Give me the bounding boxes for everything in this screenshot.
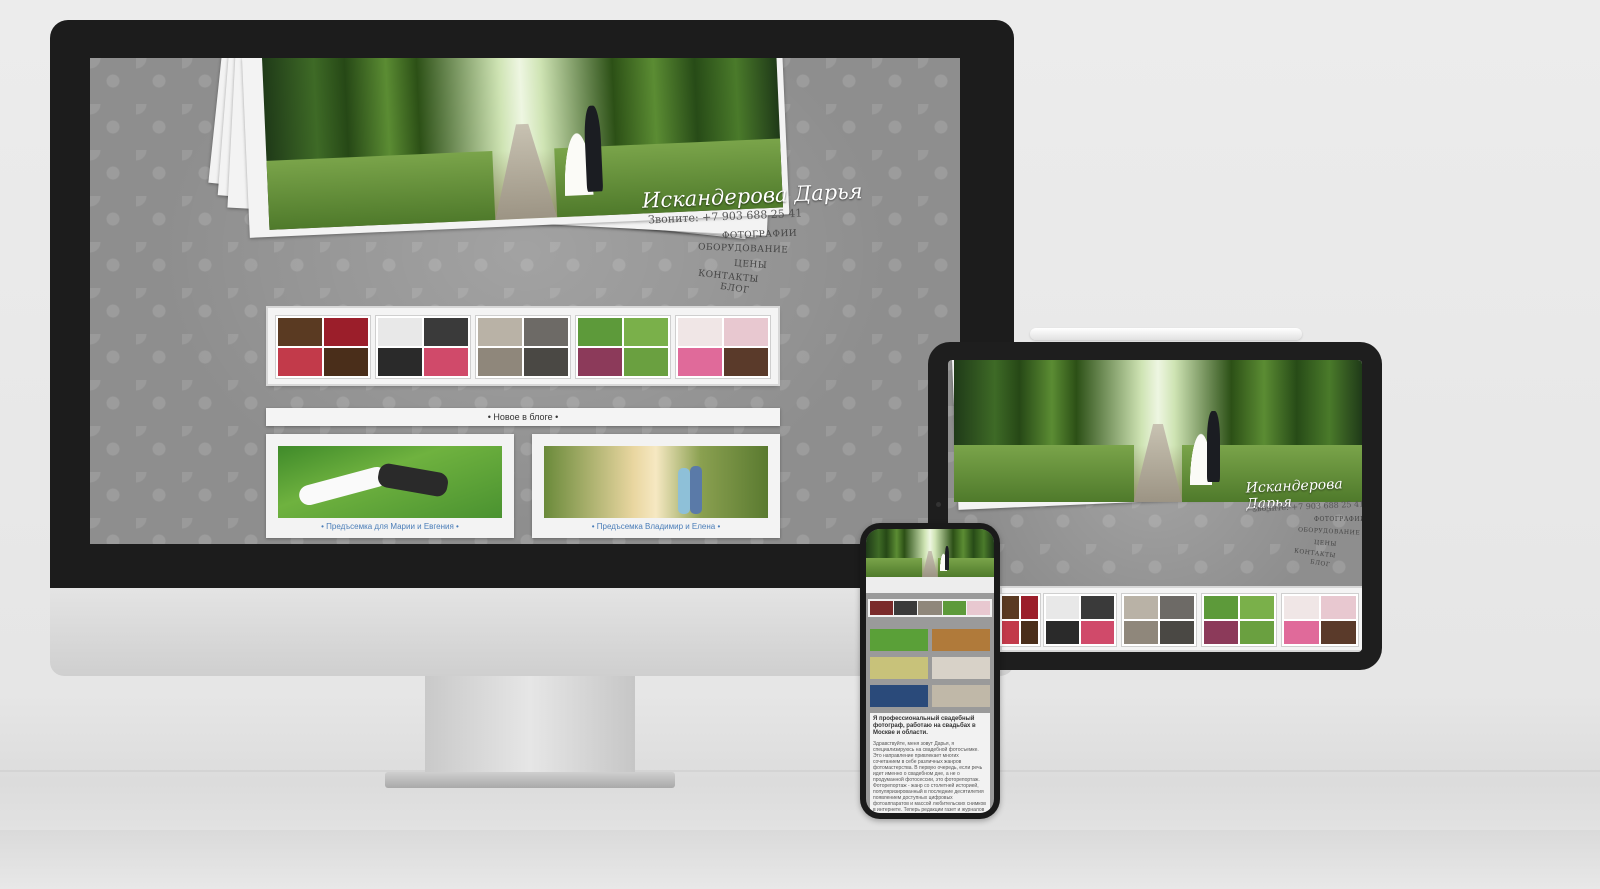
blog-post-image[interactable] xyxy=(932,685,990,707)
blog-post-image[interactable] xyxy=(278,446,502,518)
shelf-front xyxy=(0,830,1600,889)
menu-item-photos[interactable]: ФОТОГРАФИИ xyxy=(1314,516,1362,523)
portfolio-thumbnails xyxy=(1000,588,1362,650)
blog-post-image[interactable] xyxy=(870,657,928,679)
menu-item-photos[interactable]: ФОТОГРАФИИ xyxy=(722,229,798,242)
thumbnail-coffee[interactable] xyxy=(1000,594,1040,646)
blog-post-image[interactable] xyxy=(544,446,768,518)
thumbnail-rings[interactable] xyxy=(476,316,570,378)
thumbnail-bouquet[interactable] xyxy=(1202,594,1276,646)
phone-screen: Я профессиональный свадебный фотограф, р… xyxy=(866,529,994,813)
blog-heading: • Новое в блоге • xyxy=(266,408,780,426)
blog-post-card[interactable]: • Предъсемка для Марии и Евгения • xyxy=(266,434,514,538)
thumbnail-bouquet[interactable] xyxy=(942,601,966,615)
menu-item-equipment[interactable]: ОБОРУДОВАНИЕ xyxy=(698,242,789,255)
blog-post-image[interactable] xyxy=(932,657,990,679)
menu-item-contacts[interactable]: КОНТАКТЫ xyxy=(1294,547,1336,559)
thumbnail-rings[interactable] xyxy=(918,601,942,615)
blog-post-caption[interactable]: • Предъсемка Владимир и Елена • xyxy=(532,522,780,531)
menu-item-prices[interactable]: ЦЕНЫ xyxy=(734,259,768,271)
about-body: Здравствуйте, меня зовут Дарья, я специа… xyxy=(873,741,986,813)
thumbnail-decor[interactable] xyxy=(966,601,991,615)
blog-post-image[interactable] xyxy=(870,685,928,707)
tablet-screen: Искандерова Дарья Звоните: +7 903 688 25… xyxy=(948,360,1362,652)
desktop-screen: Искандерова Дарья Звоните: +7 903 688 25… xyxy=(90,58,960,544)
header-wedding-photo xyxy=(866,529,994,577)
menu-item-blog[interactable]: БЛОГ xyxy=(719,282,750,296)
tablet-camera xyxy=(936,502,941,507)
thumbnail-decor[interactable] xyxy=(676,316,770,378)
thumbnail-groom-details[interactable] xyxy=(376,316,470,378)
menu-item-blog[interactable]: БЛОГ xyxy=(1310,558,1331,568)
smartphone-device: Я профессиональный свадебный фотограф, р… xyxy=(860,523,1000,819)
monitor-stand-foot xyxy=(385,772,675,788)
menu-item-equipment[interactable]: ОБОРУДОВАНИЕ xyxy=(1298,526,1360,536)
thumbnail-groom-details[interactable] xyxy=(1044,594,1116,646)
menu-item-prices[interactable]: ЦЕНЫ xyxy=(1314,539,1337,548)
blog-post-image[interactable] xyxy=(932,629,990,651)
portfolio-thumbnails xyxy=(868,599,992,617)
header-photo-frame xyxy=(866,577,994,593)
thumbnail-rings[interactable] xyxy=(1122,594,1196,646)
thumbnail-decor[interactable] xyxy=(1282,594,1358,646)
blog-post-image[interactable] xyxy=(870,629,928,651)
about-intro: Я профессиональный свадебный фотограф, р… xyxy=(873,716,976,736)
thumbnail-groom-details[interactable] xyxy=(894,601,918,615)
thumbnail-bouquet[interactable] xyxy=(576,316,670,378)
stylus-pencil xyxy=(1030,328,1302,340)
blog-post-caption[interactable]: • Предъсемка для Марии и Евгения • xyxy=(266,522,514,531)
shelf-line xyxy=(0,770,1600,772)
portfolio-thumbnails xyxy=(268,308,778,384)
thumbnail-coffee[interactable] xyxy=(276,316,370,378)
blog-post-card[interactable]: • Предъсемка Владимир и Елена • xyxy=(532,434,780,538)
monitor-stand-neck xyxy=(425,676,635,776)
thumbnail-coffee[interactable] xyxy=(870,601,894,615)
about-text-block: Я профессиональный свадебный фотограф, р… xyxy=(870,713,990,813)
